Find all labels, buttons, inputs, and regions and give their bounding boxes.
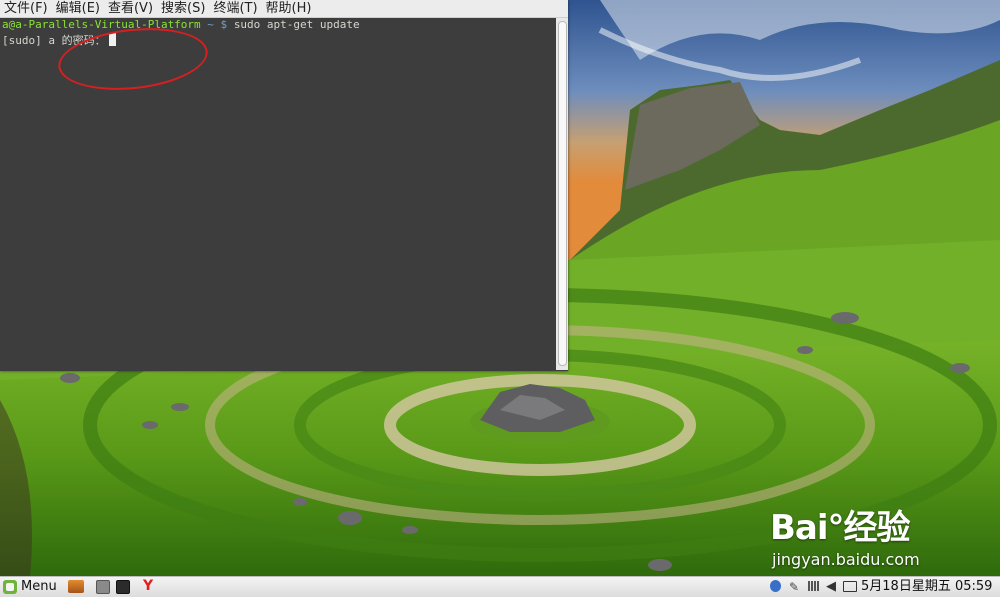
terminal-window[interactable]: 文件(F) 编辑(E) 查看(V) 搜索(S) 终端(T) 帮助(H) a@a-… [0, 0, 568, 371]
battery-icon[interactable] [843, 581, 857, 592]
scrollbar-thumb[interactable] [558, 21, 567, 366]
command-text: sudo apt-get update [233, 18, 360, 31]
taskbar: Menu Y ✎ ◀ 5月18日星期五 05:59 [0, 576, 1000, 597]
menu-edit[interactable]: 编辑(E) [52, 0, 104, 17]
menu-terminal[interactable]: 终端(T) [209, 0, 261, 17]
files-icon[interactable] [68, 580, 84, 593]
mint-logo-icon [3, 580, 17, 594]
menu-button[interactable]: Menu [3, 579, 57, 595]
shield-icon[interactable] [770, 580, 781, 592]
watermark-url: jingyan.baidu.com [772, 550, 920, 569]
volume-icon[interactable]: ◀ [826, 579, 836, 595]
network-icon[interactable]: ✎ [789, 580, 799, 596]
menu-label: Menu [21, 579, 57, 594]
file-manager-icon[interactable] [96, 580, 110, 594]
terminal-menubar: 文件(F) 编辑(E) 查看(V) 搜索(S) 终端(T) 帮助(H) [0, 0, 568, 18]
watermark-logo: Bai°经验 [770, 508, 911, 548]
terminal-scrollbar[interactable] [556, 18, 568, 370]
prompt-path: ~ $ [200, 18, 234, 31]
menu-search[interactable]: 搜索(S) [157, 0, 209, 17]
menu-help[interactable]: 帮助(H) [262, 0, 316, 17]
keyboard-icon[interactable] [808, 581, 820, 591]
clock[interactable]: 5月18日星期五 05:59 [861, 579, 992, 595]
terminal-icon[interactable] [116, 580, 130, 594]
menu-view[interactable]: 查看(V) [104, 0, 157, 17]
yandex-browser-icon[interactable]: Y [143, 578, 153, 594]
command-line: a@a-Parallels-Virtual-Platform ~ $ sudo … [2, 18, 360, 32]
menu-file[interactable]: 文件(F) [0, 0, 52, 17]
baidu-jingyan-watermark: Bai°经验 jingyan.baidu.com [770, 490, 980, 570]
